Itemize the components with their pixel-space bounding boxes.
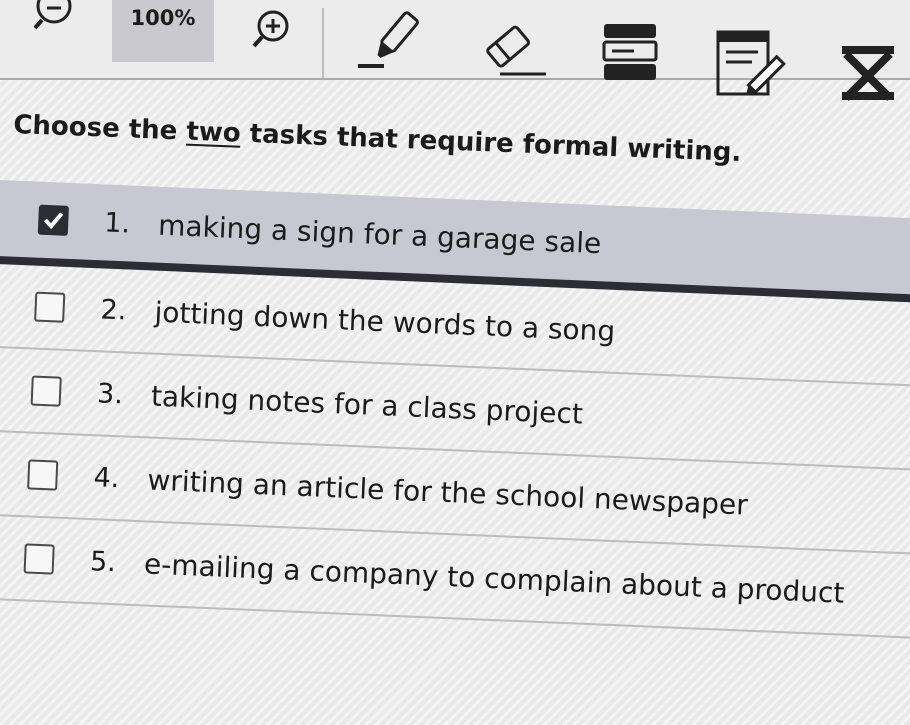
question-text-start: Choose the — [12, 110, 187, 147]
zoom-out-button[interactable] — [30, 0, 80, 30]
notepad-button[interactable] — [712, 28, 786, 100]
answer-eliminator-button[interactable] — [836, 40, 900, 104]
option-number: 4. — [92, 461, 121, 494]
highlighter-button[interactable] — [350, 6, 430, 72]
option-text: jotting down the words to a song — [153, 295, 616, 348]
checkbox-unchecked[interactable] — [30, 375, 62, 407]
eraser-button[interactable] — [470, 16, 550, 80]
option-number: 3. — [96, 377, 124, 410]
answer-options: 1. making a sign for a garage sale 2. jo… — [0, 180, 910, 639]
toolbar-divider — [322, 8, 324, 78]
answer-eliminator-icon — [842, 46, 894, 101]
line-reader-icon — [602, 24, 658, 80]
eraser-icon — [486, 25, 546, 76]
question-prompt: Choose the two tasks that require formal… — [13, 110, 742, 168]
question-text-end: tasks that require formal writing. — [240, 118, 742, 168]
checkmark-icon — [43, 212, 64, 230]
option-text: e-mailing a company to complain about a … — [143, 546, 846, 610]
zoom-in-button[interactable] — [246, 8, 296, 52]
option-number: 5. — [89, 545, 117, 578]
line-reader-button[interactable] — [598, 22, 662, 86]
checkbox-unchecked[interactable] — [27, 459, 59, 491]
zoom-out-icon — [33, 0, 72, 30]
zoom-level: 100% — [112, 0, 214, 62]
zoom-in-icon — [252, 10, 289, 48]
option-text: writing an article for the school newspa… — [146, 462, 749, 522]
notepad-icon — [716, 30, 786, 96]
highlighter-icon — [358, 11, 419, 68]
question-emphasis: two — [185, 116, 242, 149]
checkbox-unchecked[interactable] — [34, 291, 66, 323]
option-number: 1. — [103, 206, 131, 239]
checkbox-checked[interactable] — [37, 204, 69, 236]
option-text: making a sign for a garage sale — [157, 208, 602, 260]
option-number: 2. — [100, 293, 128, 326]
checkbox-unchecked[interactable] — [23, 543, 55, 575]
option-text: taking notes for a class project — [150, 379, 584, 431]
toolbar: 100% — [0, 0, 910, 101]
